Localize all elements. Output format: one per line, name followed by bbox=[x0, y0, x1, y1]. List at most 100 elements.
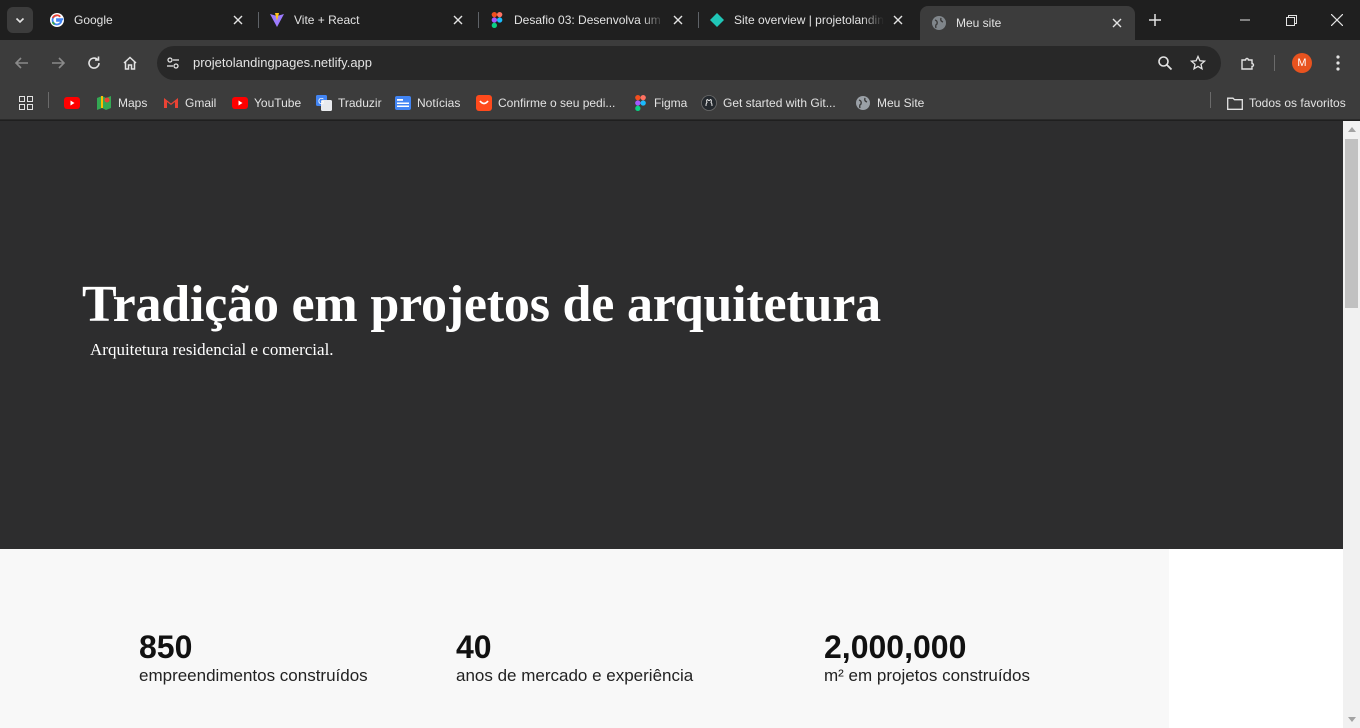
bookmark-label: Meu Site bbox=[877, 96, 925, 110]
all-bookmarks-label: Todos os favoritos bbox=[1249, 96, 1346, 110]
stat-label: anos de mercado e experiência bbox=[456, 666, 694, 685]
address-bar[interactable]: projetolandingpages.netlify.app bbox=[157, 46, 1221, 80]
scroll-down-button[interactable] bbox=[1343, 711, 1360, 728]
tab-google[interactable]: Google bbox=[38, 0, 256, 40]
more-vert-icon bbox=[1336, 55, 1340, 71]
figma-icon bbox=[632, 95, 648, 111]
tab-desafio[interactable]: Desafio 03: Desenvolva um p bbox=[478, 0, 696, 40]
toolbar-separator bbox=[1274, 55, 1275, 71]
minimize-button[interactable] bbox=[1222, 0, 1268, 40]
stat-item: 850 empreendimentos construídos bbox=[139, 629, 368, 687]
reload-icon bbox=[88, 56, 100, 69]
tab-strip: Google Vite + React Desafio 03: Desenvol… bbox=[0, 0, 1360, 40]
svg-text:G: G bbox=[318, 97, 324, 106]
plus-icon bbox=[1149, 14, 1161, 26]
close-icon[interactable] bbox=[1109, 15, 1125, 31]
bookmark-separator bbox=[48, 92, 49, 108]
bookmark-meu-site[interactable]: Meu Site bbox=[855, 92, 924, 114]
url-text[interactable]: projetolandingpages.netlify.app bbox=[193, 55, 372, 70]
all-bookmarks-button[interactable]: Todos os favoritos bbox=[1227, 92, 1346, 114]
chevron-down-icon bbox=[15, 17, 25, 24]
globe-icon bbox=[855, 95, 871, 111]
scroll-up-button[interactable] bbox=[1343, 121, 1360, 138]
stat-label: m² em projetos construídos bbox=[824, 666, 1030, 685]
stats-section: 850 empreendimentos construídos 40 anos … bbox=[0, 549, 1169, 728]
folder-icon bbox=[1227, 95, 1243, 111]
bookmark-label: Confirme o seu pedi... bbox=[498, 96, 616, 110]
tab-title: Vite + React bbox=[294, 13, 360, 27]
star-icon bbox=[1190, 55, 1206, 71]
triangle-down-icon bbox=[1347, 717, 1356, 722]
scroll-thumb[interactable] bbox=[1345, 139, 1358, 308]
globe-icon bbox=[931, 15, 947, 31]
stat-value: 2,000,000 bbox=[824, 629, 967, 665]
tab-title: Site overview | projetolandin bbox=[734, 13, 884, 27]
bookmark-github[interactable]: Get started with Git... bbox=[701, 92, 836, 114]
browser-window: Google Vite + React Desafio 03: Desenvol… bbox=[0, 0, 1360, 728]
extensions-button[interactable] bbox=[1234, 49, 1262, 77]
apps-button[interactable] bbox=[18, 92, 40, 114]
bookmark-label: Traduzir bbox=[338, 96, 382, 110]
bookmark-traduzir[interactable]: G Traduzir bbox=[316, 92, 382, 114]
close-icon[interactable] bbox=[230, 12, 246, 28]
puzzle-icon bbox=[1241, 57, 1255, 70]
tab-title: Meu site bbox=[956, 16, 1002, 30]
bookmark-maps[interactable]: Maps bbox=[96, 92, 147, 114]
home-icon bbox=[123, 56, 137, 70]
tab-search-button[interactable] bbox=[7, 7, 33, 33]
google-icon bbox=[49, 12, 65, 28]
site-info-button[interactable] bbox=[161, 51, 185, 75]
arrow-right-icon bbox=[52, 57, 66, 69]
hero-subtitle: Arquitetura residencial e comercial. bbox=[90, 340, 334, 359]
close-icon[interactable] bbox=[670, 12, 686, 28]
menu-button[interactable] bbox=[1324, 49, 1352, 77]
reload-button[interactable] bbox=[80, 49, 108, 77]
netlify-icon bbox=[709, 12, 725, 28]
page-viewport: Tradição em projetos de arquitetura Arqu… bbox=[0, 121, 1343, 728]
bookmark-figma[interactable]: Figma bbox=[632, 92, 687, 114]
figma-icon bbox=[489, 12, 505, 28]
bookmark-confirme[interactable]: Confirme o seu pedi... bbox=[476, 92, 615, 114]
new-tab-button[interactable] bbox=[1143, 8, 1167, 32]
bookmark-star-button[interactable] bbox=[1186, 51, 1210, 75]
bookmark-label: Gmail bbox=[185, 96, 217, 110]
stat-value: 40 bbox=[456, 629, 492, 665]
bookmark-label: Get started with Git... bbox=[723, 96, 836, 110]
tune-icon bbox=[167, 57, 179, 69]
restore-icon bbox=[1285, 14, 1297, 26]
youtube-icon bbox=[64, 95, 80, 111]
bookmark-gmail[interactable]: Gmail bbox=[163, 92, 216, 114]
avatar[interactable]: M bbox=[1292, 53, 1312, 73]
zoom-button[interactable] bbox=[1153, 51, 1177, 75]
back-button[interactable] bbox=[8, 49, 36, 77]
bookmark-label: Maps bbox=[118, 96, 148, 110]
tab-vite-react[interactable]: Vite + React bbox=[258, 0, 476, 40]
translate-icon: G bbox=[316, 95, 332, 111]
minimize-icon bbox=[1240, 19, 1250, 21]
close-icon[interactable] bbox=[450, 12, 466, 28]
maps-icon bbox=[96, 95, 112, 111]
close-icon bbox=[1331, 14, 1343, 26]
home-button[interactable] bbox=[116, 49, 144, 77]
bookmark-noticias[interactable]: Notícias bbox=[395, 92, 460, 114]
close-window-button[interactable] bbox=[1314, 0, 1360, 40]
tab-title: Google bbox=[74, 13, 113, 27]
tab-site-overview[interactable]: Site overview | projetolandin bbox=[698, 0, 916, 40]
apps-grid-icon bbox=[18, 95, 34, 111]
hero-section: Tradição em projetos de arquitetura Arqu… bbox=[0, 121, 1343, 549]
stat-item: 40 anos de mercado e experiência bbox=[456, 629, 693, 687]
bookmark-separator bbox=[1210, 92, 1211, 108]
bookmark-label: Notícias bbox=[417, 96, 461, 110]
vertical-scrollbar[interactable] bbox=[1343, 121, 1360, 728]
hero-title: Tradição em projetos de arquitetura bbox=[82, 276, 881, 333]
tab-meu-site[interactable]: Meu site bbox=[920, 6, 1135, 40]
forward-button[interactable] bbox=[44, 49, 72, 77]
github-icon bbox=[701, 95, 717, 111]
bookmark-youtube-short[interactable] bbox=[64, 92, 86, 114]
close-icon[interactable] bbox=[890, 12, 906, 28]
restore-button[interactable] bbox=[1268, 0, 1314, 40]
bookmarks-bar: Maps Gmail YouTube G Traduzir Notícias C… bbox=[0, 86, 1360, 120]
triangle-up-icon bbox=[1347, 127, 1356, 132]
bookmark-youtube[interactable]: YouTube bbox=[232, 92, 301, 114]
zoom-icon bbox=[1158, 56, 1173, 71]
